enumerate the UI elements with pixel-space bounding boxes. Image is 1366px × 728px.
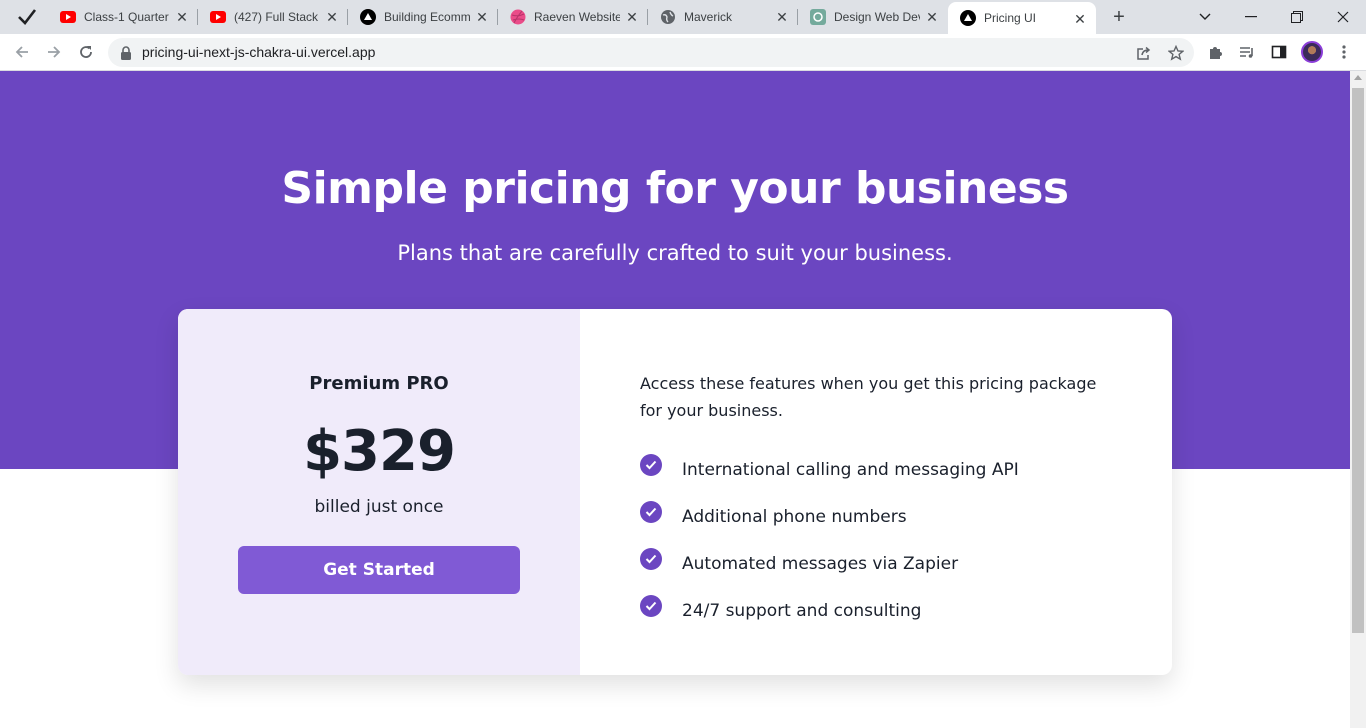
plan-summary-panel: Premium PRO $329 billed just once Get St… xyxy=(178,309,580,675)
tab-title: Raeven Website xyxy=(534,10,620,24)
profile-avatar[interactable] xyxy=(1301,41,1323,63)
tab-title: Pricing UI xyxy=(984,11,1037,25)
side-panel-icon[interactable] xyxy=(1269,42,1289,62)
reload-icon[interactable] xyxy=(74,40,98,64)
browser-tab-active[interactable]: Pricing UI ✕ xyxy=(948,2,1096,34)
features-list: International calling and messaging API … xyxy=(640,446,1019,634)
restore-button[interactable] xyxy=(1274,0,1320,34)
globe-icon xyxy=(660,9,676,25)
hero-subtitle: Plans that are carefully crafted to suit… xyxy=(397,241,953,265)
bookmark-star-icon[interactable] xyxy=(1166,43,1186,63)
feature-item: Additional phone numbers xyxy=(640,493,1019,540)
tab-search-check-icon[interactable] xyxy=(16,7,38,27)
tab-title: Building Ecomm xyxy=(384,10,470,24)
browser-tab-strip: Class-1 Quarter ✕ (427) Full Stack ✕ Bui… xyxy=(0,0,1366,34)
billing-note: billed just once xyxy=(314,497,444,517)
media-queue-icon[interactable] xyxy=(1237,42,1257,62)
forward-arrow-icon[interactable] xyxy=(42,40,66,64)
plan-price: $329 xyxy=(303,419,456,484)
address-bar[interactable]: pricing-ui-next-js-chakra-ui.vercel.app xyxy=(108,38,1194,67)
youtube-icon xyxy=(60,9,76,25)
feature-text: Additional phone numbers xyxy=(682,506,907,527)
tab-title: (427) Full Stack xyxy=(234,10,319,24)
tab-title: Class-1 Quarter xyxy=(84,10,169,24)
tab-close-icon[interactable]: ✕ xyxy=(324,9,340,25)
tab-close-icon[interactable]: ✕ xyxy=(174,9,190,25)
share-icon[interactable] xyxy=(1134,43,1154,63)
tab-close-icon[interactable]: ✕ xyxy=(474,9,490,25)
back-arrow-icon[interactable] xyxy=(10,40,34,64)
tab-close-icon[interactable]: ✕ xyxy=(774,9,790,25)
check-circle-icon xyxy=(640,453,662,476)
tab-search-chevron-icon[interactable] xyxy=(1182,0,1228,34)
browser-tab[interactable]: (427) Full Stack ✕ xyxy=(198,0,348,34)
new-tab-button[interactable]: + xyxy=(1108,6,1130,28)
feature-text: 24/7 support and consulting xyxy=(682,600,922,621)
scroll-up-arrow-icon[interactable] xyxy=(1354,75,1362,80)
chatgpt-icon xyxy=(810,9,826,25)
page-viewport: Simple pricing for your business Plans t… xyxy=(0,71,1350,728)
tab-title: Maverick xyxy=(684,10,733,24)
browser-tab[interactable]: Building Ecomm ✕ xyxy=(348,0,498,34)
browser-tab[interactable]: Raeven Website ✕ xyxy=(498,0,648,34)
features-intro: Access these features when you get this … xyxy=(640,374,1097,420)
close-window-button[interactable] xyxy=(1320,0,1366,34)
tab-close-icon[interactable]: ✕ xyxy=(924,9,940,25)
page-scrollbar[interactable] xyxy=(1350,71,1366,728)
minimize-button[interactable] xyxy=(1228,0,1274,34)
tab-close-icon[interactable]: ✕ xyxy=(624,9,640,25)
browser-tab[interactable]: Class-1 Quarter ✕ xyxy=(48,0,198,34)
hero-title: Simple pricing for your business xyxy=(281,163,1069,214)
url-text[interactable]: pricing-ui-next-js-chakra-ui.vercel.app xyxy=(142,44,375,60)
check-circle-icon xyxy=(640,594,662,617)
vercel-icon xyxy=(360,9,376,25)
feature-text: International calling and messaging API xyxy=(682,459,1019,480)
browser-tab[interactable]: Design Web Dev ✕ xyxy=(798,0,948,34)
feature-item: International calling and messaging API xyxy=(640,446,1019,493)
check-circle-icon xyxy=(640,500,662,523)
tab-title: Design Web Dev xyxy=(834,10,920,24)
feature-item: Automated messages via Zapier xyxy=(640,540,1019,587)
extensions-puzzle-icon[interactable] xyxy=(1206,42,1226,62)
feature-text: Automated messages via Zapier xyxy=(682,553,959,574)
plan-name: Premium PRO xyxy=(309,373,449,394)
pricing-card: Premium PRO $329 billed just once Get St… xyxy=(178,309,1172,675)
check-circle-icon xyxy=(640,547,662,570)
youtube-icon xyxy=(210,9,226,25)
feature-item: 24/7 support and consulting xyxy=(640,587,1019,634)
browser-tab[interactable]: Maverick ✕ xyxy=(648,0,798,34)
dribbble-icon xyxy=(510,9,526,25)
get-started-button[interactable]: Get Started xyxy=(238,546,520,594)
browser-toolbar: pricing-ui-next-js-chakra-ui.vercel.app xyxy=(0,34,1366,71)
more-menu-icon[interactable] xyxy=(1334,42,1354,62)
tab-close-icon[interactable]: ✕ xyxy=(1072,11,1088,27)
lock-icon[interactable] xyxy=(120,45,132,60)
vercel-icon xyxy=(960,10,976,26)
plan-features-panel: Access these features when you get this … xyxy=(580,309,1172,675)
scrollbar-thumb[interactable] xyxy=(1352,88,1364,633)
